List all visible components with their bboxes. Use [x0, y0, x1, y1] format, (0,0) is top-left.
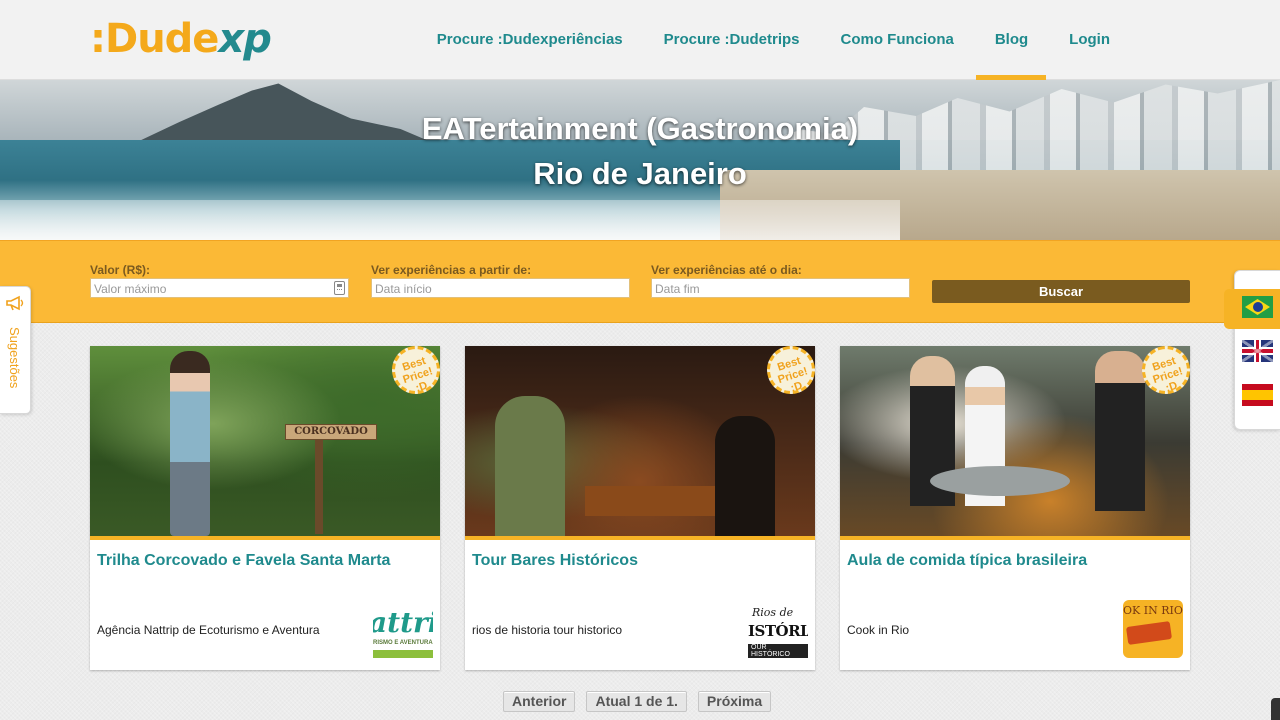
uk-flag-icon[interactable]	[1242, 340, 1273, 362]
brazil-flag-icon[interactable]	[1242, 296, 1273, 318]
card-title[interactable]: Tour Bares Históricos	[472, 552, 638, 570]
main-nav: Procure :Dudexperiências Procure :Dudetr…	[437, 0, 1110, 80]
card-image[interactable]: CORCOVADO Best Price!:D	[90, 346, 440, 540]
data-inicio-input[interactable]: Data início	[371, 278, 630, 298]
provider-logo[interactable]: OK IN RIO	[1123, 600, 1183, 658]
hero-banner: EATertainment (Gastronomia) Rio de Janei…	[0, 80, 1280, 240]
experience-card[interactable]: Best Price!:D Aula de comida típica brasi…	[840, 346, 1190, 670]
hero-title: EATertainment (Gastronomia)	[421, 111, 859, 146]
filter-bar: Valor (R$): Valor máximo Ver experiência…	[0, 240, 1280, 323]
suggestions-tab[interactable]: Sugestões	[0, 286, 31, 414]
valor-placeholder: Valor máximo	[94, 282, 167, 296]
corcovado-sign: CORCOVADO	[285, 424, 377, 440]
card-image[interactable]: Best Price!:D	[465, 346, 815, 540]
inicio-label: Ver experiências a partir de:	[371, 263, 532, 277]
fim-placeholder: Data fim	[655, 282, 700, 296]
language-selector	[1224, 270, 1280, 430]
experience-card[interactable]: CORCOVADO Best Price!:D Trilha Corcovado …	[90, 346, 440, 670]
logo-prefix: :Dude	[90, 16, 219, 62]
spain-flag-icon[interactable]	[1242, 384, 1273, 406]
provider-logo[interactable]: Rios de ISTÓRIA OUR HISTÓRICO	[748, 600, 808, 658]
fim-group: Ver experiências até o dia: Data fim	[651, 263, 910, 298]
logo-suffix: xp	[218, 16, 271, 62]
inicio-placeholder: Data início	[375, 282, 432, 296]
prev-page-button[interactable]: Anterior	[503, 691, 576, 712]
inicio-group: Ver experiências a partir de: Data iníci…	[371, 263, 630, 298]
nav-procure-dudetrips[interactable]: Procure :Dudetrips	[664, 0, 800, 80]
buscar-button[interactable]: Buscar	[932, 280, 1190, 303]
pagination: Anterior Atual 1 de 1. Próxima	[503, 691, 782, 712]
card-provider: rios de historia tour historico	[472, 623, 623, 637]
header: :Dudexp Procure :Dudexperiências Procure…	[0, 0, 1280, 80]
best-price-badge: Best Price!:D	[760, 346, 815, 401]
card-image[interactable]: Best Price!:D	[840, 346, 1190, 540]
current-page-indicator: Atual 1 de 1.	[586, 691, 687, 712]
valor-input[interactable]: Valor máximo	[90, 278, 349, 298]
valor-label: Valor (R$):	[90, 263, 151, 277]
card-provider: Agência Nattrip de Ecoturismo e Aventura	[97, 623, 320, 637]
data-fim-input[interactable]: Data fim	[651, 278, 910, 298]
hero-subtitle: Rio de Janeiro	[533, 156, 747, 191]
card-title[interactable]: Aula de comida típica brasileira	[847, 552, 1087, 570]
nav-como-funciona[interactable]: Como Funciona	[841, 0, 954, 80]
fim-label: Ver experiências até o dia:	[651, 263, 802, 277]
nav-login[interactable]: Login	[1069, 0, 1110, 80]
experience-card[interactable]: Best Price!:D Tour Bares Históricos rios …	[465, 346, 815, 670]
suggestions-label: Sugestões	[7, 327, 22, 389]
logo[interactable]: :Dudexp	[90, 14, 272, 64]
next-page-button[interactable]: Próxima	[697, 691, 772, 712]
nav-procure-dudexperiencias[interactable]: Procure :Dudexperiências	[437, 0, 623, 80]
provider-logo[interactable]: attri RISMO E AVENTURA	[373, 600, 433, 658]
calculator-icon	[334, 281, 345, 295]
card-title[interactable]: Trilha Corcovado e Favela Santa Marta	[97, 552, 390, 570]
nav-blog[interactable]: Blog	[975, 0, 1047, 80]
card-provider: Cook in Rio	[847, 623, 910, 637]
scrollbar-thumb[interactable]	[1271, 698, 1280, 720]
best-price-badge: Best Price!:D	[385, 346, 440, 401]
valor-group: Valor (R$): Valor máximo	[90, 263, 349, 298]
megaphone-icon	[6, 295, 24, 311]
